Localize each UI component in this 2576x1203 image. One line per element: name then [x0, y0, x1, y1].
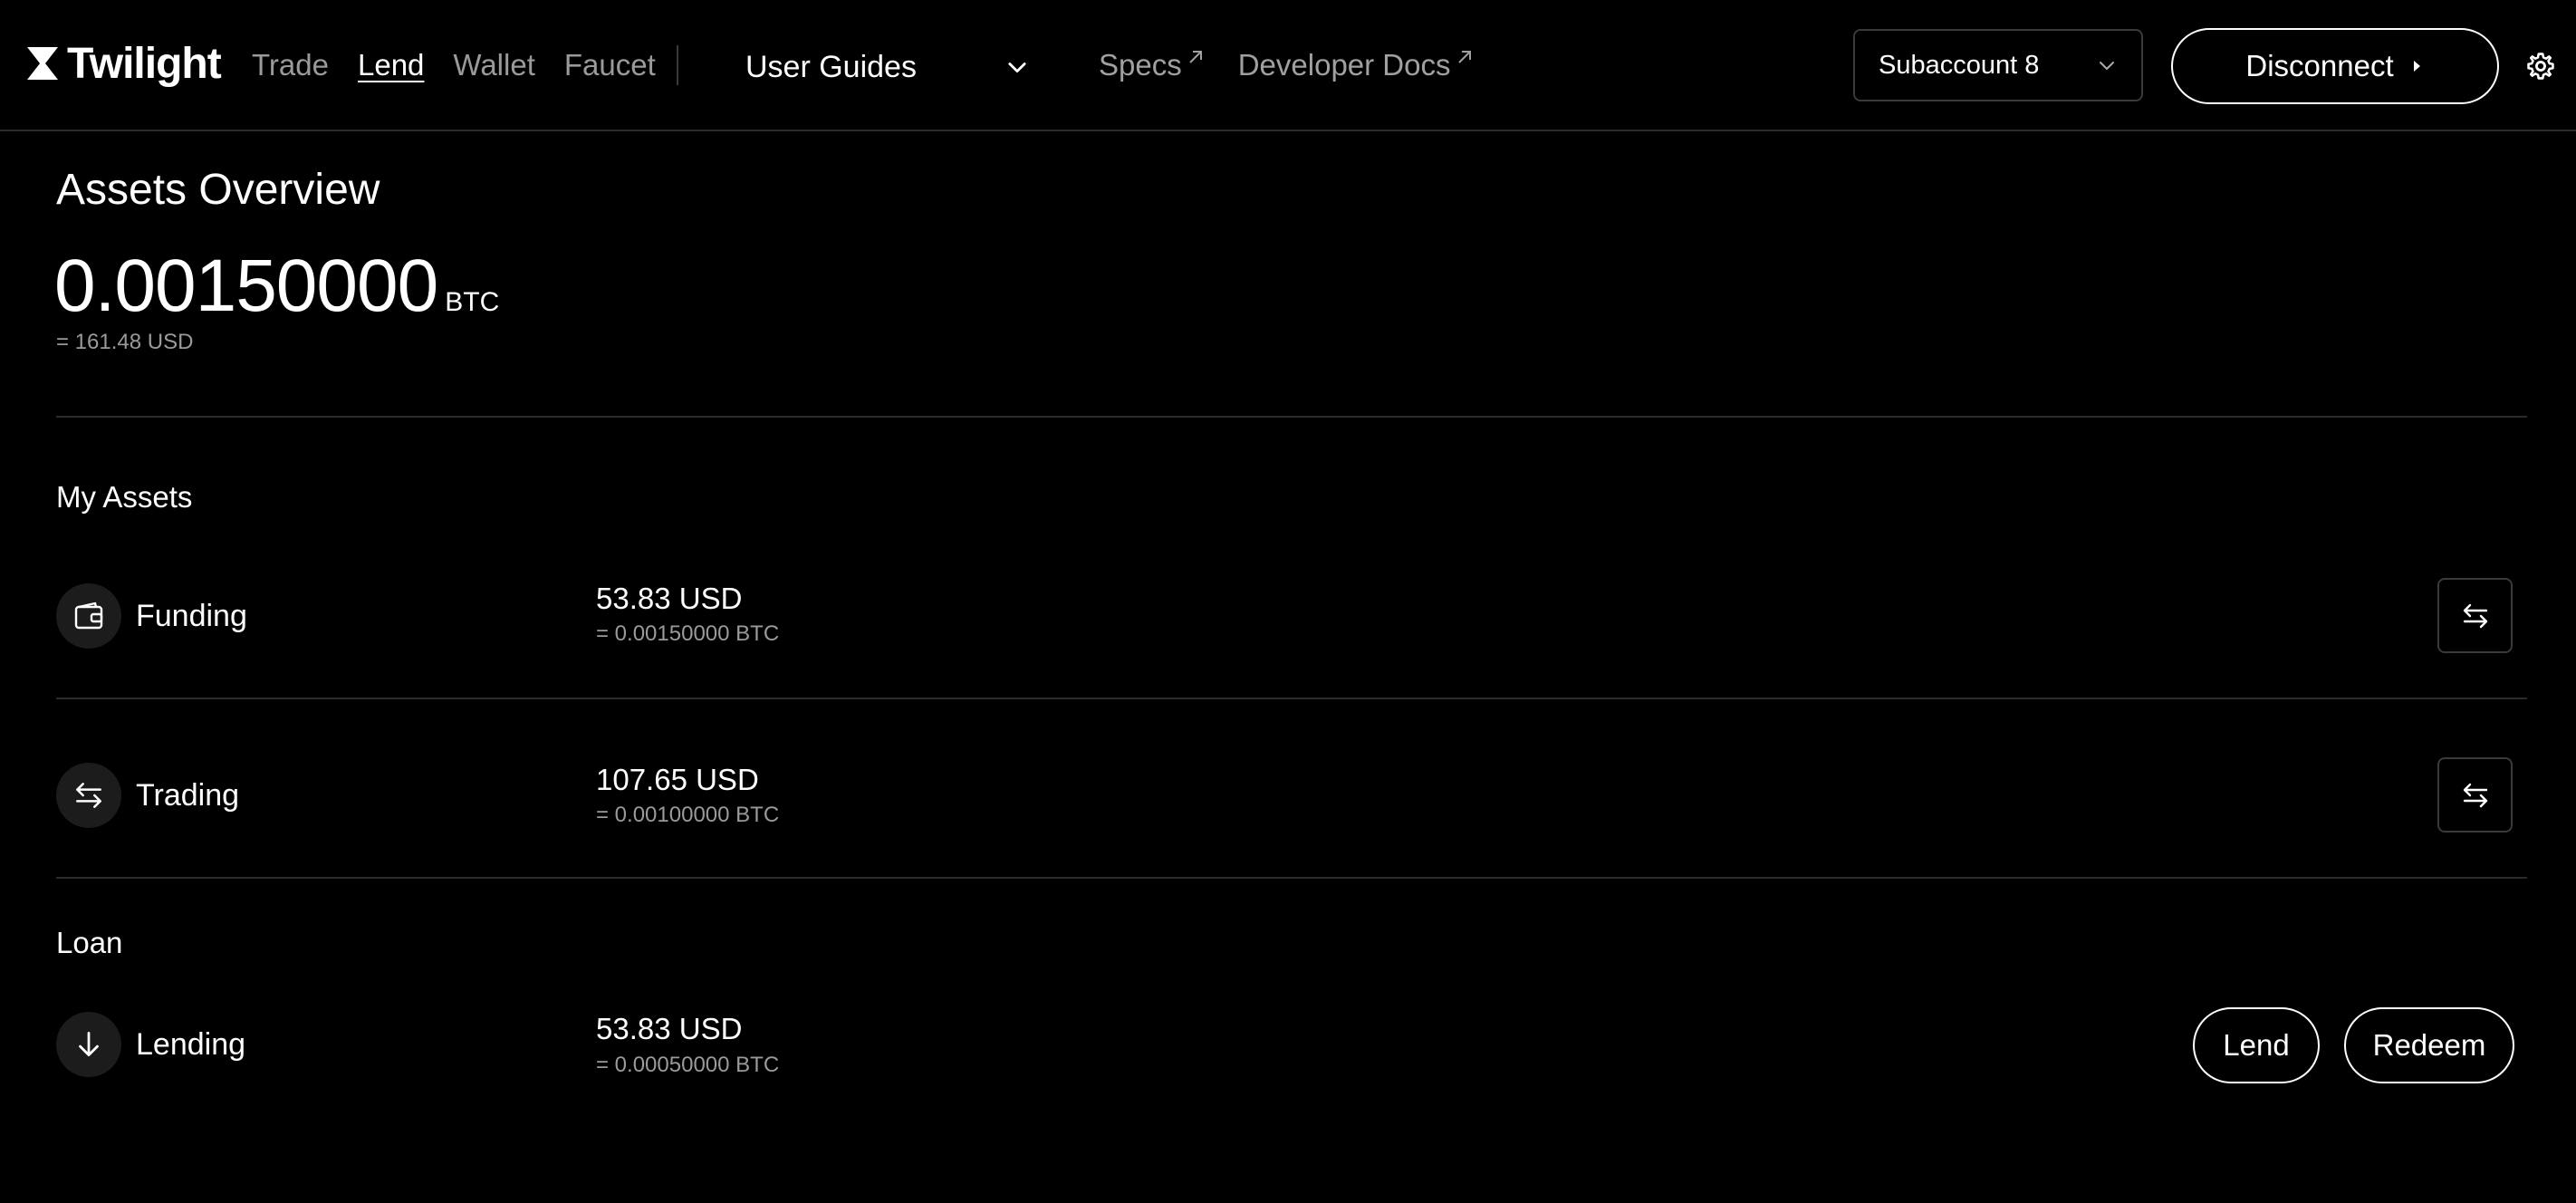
- trading-usd-value: 107.65 USD: [596, 763, 759, 796]
- loan-title: Loan: [56, 926, 123, 959]
- funding-btc-value: = 0.00150000 BTC: [596, 621, 780, 646]
- top-header: Twilight Trade Lend Wallet Faucet User G…: [0, 0, 2576, 131]
- main-nav: Trade Lend Wallet Faucet: [252, 43, 685, 87]
- external-links: Specs Developer Docs: [1099, 43, 1507, 87]
- user-guides-label: User Guides: [745, 49, 917, 84]
- external-link-icon: [1189, 51, 1202, 63]
- nav-faucet[interactable]: Faucet: [564, 43, 656, 87]
- trading-label: Trading: [136, 778, 240, 813]
- funding-transfer-button[interactable]: [2437, 578, 2513, 653]
- arrow-down-icon: [56, 1012, 121, 1077]
- funding-label: Funding: [136, 599, 247, 633]
- nav-divider: [677, 45, 678, 85]
- funding-usd-value: 53.83 USD: [596, 582, 743, 615]
- developer-docs-link-label: Developer Docs: [1237, 48, 1451, 82]
- section-divider: [56, 416, 2527, 418]
- disconnect-label: Disconnect: [2245, 49, 2394, 82]
- specs-link-label: Specs: [1099, 48, 1182, 82]
- page-title: Assets Overview: [56, 166, 380, 214]
- chevron-down-icon: [1008, 63, 1026, 73]
- balance-usd-value: = 161.48 USD: [56, 330, 194, 354]
- wallet-icon: [56, 583, 121, 649]
- lend-button[interactable]: Lend: [2193, 1007, 2320, 1083]
- gear-icon[interactable]: [2525, 51, 2556, 82]
- chevron-down-icon: [2100, 62, 2114, 70]
- nav-wallet[interactable]: Wallet: [453, 43, 534, 87]
- section-divider: [56, 877, 2527, 879]
- total-balance: 0.00150000 BTC: [54, 243, 499, 330]
- trading-transfer-button[interactable]: [2437, 757, 2513, 832]
- lending-label: Lending: [136, 1027, 246, 1062]
- developer-docs-link[interactable]: Developer Docs: [1238, 43, 1475, 87]
- row-divider: [56, 698, 2527, 699]
- disconnect-button[interactable]: Disconnect: [2171, 28, 2499, 104]
- external-link-icon: [1457, 51, 1471, 63]
- lending-usd-value: 53.83 USD: [596, 1012, 743, 1045]
- subaccount-label: Subaccount 8: [1879, 50, 2040, 80]
- user-guides-dropdown[interactable]: User Guides: [745, 45, 1030, 89]
- lend-button-label: Lend: [2223, 1028, 2290, 1062]
- transfer-icon: [2463, 783, 2487, 807]
- lending-btc-value: = 0.00050000 BTC: [596, 1053, 780, 1077]
- caret-right-icon: [2413, 61, 2420, 72]
- subaccount-select[interactable]: Subaccount 8: [1853, 29, 2143, 101]
- balance-btc-value: 0.00150000: [54, 245, 438, 327]
- balance-unit: BTC: [445, 287, 500, 317]
- my-assets-title: My Assets: [56, 480, 193, 514]
- redeem-button-label: Redeem: [2372, 1028, 2486, 1062]
- redeem-button[interactable]: Redeem: [2344, 1007, 2514, 1083]
- transfer-icon: [2463, 603, 2487, 628]
- logo[interactable]: Twilight: [25, 36, 222, 91]
- nav-lend[interactable]: Lend: [358, 43, 424, 87]
- trading-btc-value: = 0.00100000 BTC: [596, 803, 780, 827]
- twilight-logo-icon: [27, 47, 58, 80]
- specs-link[interactable]: Specs: [1099, 43, 1206, 87]
- nav-trade[interactable]: Trade: [252, 43, 329, 87]
- logo-text: Twilight: [67, 39, 222, 88]
- transfer-icon: [56, 763, 121, 828]
